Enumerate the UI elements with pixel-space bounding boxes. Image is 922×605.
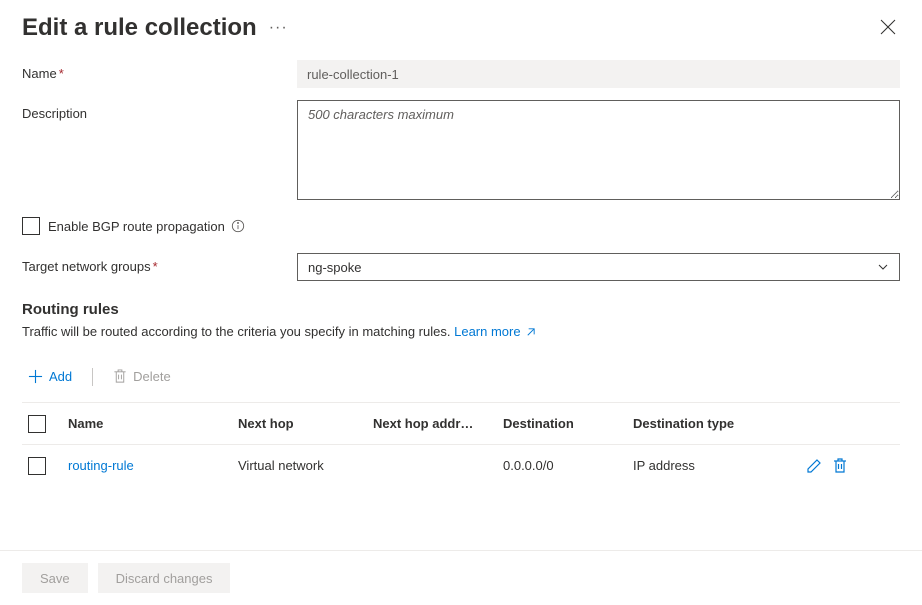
description-label: Description — [22, 100, 297, 121]
add-button[interactable]: Add — [22, 365, 78, 388]
chevron-down-icon — [877, 261, 889, 273]
name-input — [297, 60, 900, 88]
cell-nexthop: Virtual network — [238, 458, 373, 473]
info-icon[interactable] — [231, 219, 245, 233]
target-network-groups-value: ng-spoke — [308, 260, 361, 275]
delete-button: Delete — [107, 365, 177, 388]
name-label: Name* — [22, 60, 297, 81]
col-header-name: Name — [68, 416, 238, 431]
col-header-destinationtype: Destination type — [633, 416, 778, 431]
col-header-nexthop: Next hop — [238, 416, 373, 431]
cell-destinationtype: IP address — [633, 458, 778, 473]
description-textarea[interactable] — [297, 100, 900, 200]
learn-more-link[interactable]: Learn more — [454, 324, 535, 339]
plus-icon — [28, 369, 43, 384]
add-label: Add — [49, 369, 72, 384]
table-row: routing-rule Virtual network 0.0.0.0/0 I… — [22, 444, 900, 486]
toolbar-separator — [92, 368, 93, 386]
discard-button: Discard changes — [98, 563, 231, 593]
edit-icon[interactable] — [806, 458, 822, 474]
col-header-nexthopaddr: Next hop addr… — [373, 416, 503, 431]
col-header-destination: Destination — [503, 416, 633, 431]
bgp-label: Enable BGP route propagation — [48, 219, 225, 234]
bgp-checkbox[interactable] — [22, 217, 40, 235]
routing-rules-heading: Routing rules — [22, 301, 900, 318]
target-network-groups-select[interactable]: ng-spoke — [297, 253, 900, 281]
delete-row-icon[interactable] — [832, 458, 848, 474]
rule-name-link[interactable]: routing-rule — [68, 458, 134, 473]
delete-label: Delete — [133, 369, 171, 384]
page-title: Edit a rule collection — [22, 14, 257, 42]
routing-rules-table: Name Next hop Next hop addr… Destination… — [22, 402, 900, 486]
cell-destination: 0.0.0.0/0 — [503, 458, 633, 473]
trash-icon — [113, 369, 127, 384]
routing-rules-subtitle: Traffic will be routed according to the … — [22, 324, 900, 339]
target-network-groups-label: Target network groups* — [22, 253, 297, 274]
row-checkbox[interactable] — [28, 457, 46, 475]
close-button[interactable] — [876, 15, 900, 42]
more-actions-icon[interactable]: ··· — [269, 19, 288, 37]
select-all-checkbox[interactable] — [28, 415, 46, 433]
close-icon — [880, 19, 896, 35]
save-button: Save — [22, 563, 88, 593]
external-link-icon — [525, 327, 536, 338]
